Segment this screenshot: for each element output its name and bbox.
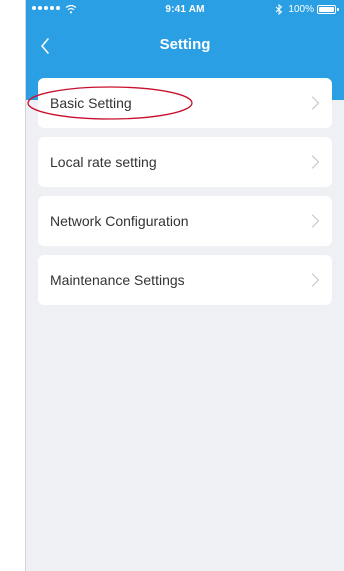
nav-bar: Setting: [26, 26, 344, 66]
menu-item-basic-setting[interactable]: Basic Setting: [27, 78, 332, 128]
chevron-right-icon: [311, 273, 320, 287]
status-bar: 9:41 AM 100%: [26, 0, 344, 20]
menu-item-label: Network Configuration: [50, 213, 189, 229]
chevron-right-icon: [311, 96, 320, 110]
menu-item-label: Basic Setting: [50, 95, 132, 111]
settings-menu: Basic Setting Local rate setting Network…: [27, 78, 332, 314]
menu-item-local-rate-setting[interactable]: Local rate setting: [38, 137, 332, 187]
menu-item-label: Maintenance Settings: [50, 272, 185, 288]
chevron-right-icon: [311, 214, 320, 228]
bluetooth-icon: [275, 4, 283, 15]
menu-item-label: Local rate setting: [50, 154, 157, 170]
battery-icon: [317, 5, 339, 14]
menu-item-network-configuration[interactable]: Network Configuration: [38, 196, 332, 246]
page-title: Setting: [159, 36, 211, 53]
back-button[interactable]: [34, 34, 58, 58]
menu-item-maintenance-settings[interactable]: Maintenance Settings: [38, 255, 332, 305]
battery-percent: 100%: [288, 4, 314, 15]
phone-screen: 9:41 AM 100% Setting Basic Setting Local…: [25, 0, 344, 571]
chevron-left-icon: [41, 38, 49, 54]
chevron-right-icon: [311, 155, 320, 169]
